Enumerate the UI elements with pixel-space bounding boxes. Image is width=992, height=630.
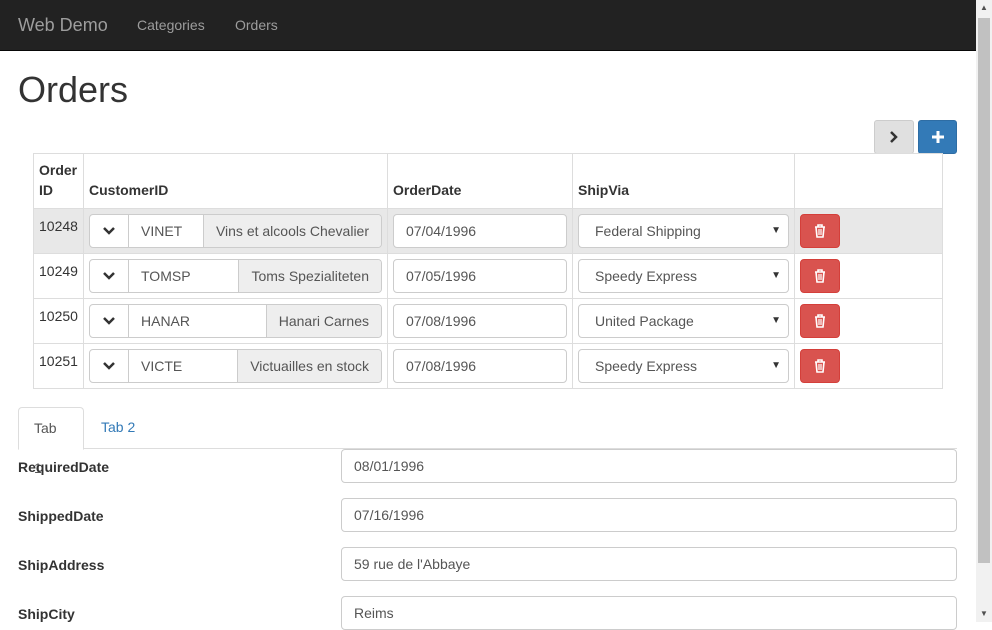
order-date-cell: 07/04/1996 [387,208,573,254]
nav-link-orders[interactable]: Orders [235,17,278,33]
required-date-label: RequiredDate [18,459,110,475]
tab-bar: Tab 1 Tab 2 [18,407,957,476]
order-date-input[interactable]: 07/05/1996 [393,259,567,293]
delete-row-button[interactable] [800,349,840,383]
customer-id-cell: TOMSP Toms Spezialiteten [83,253,388,299]
table-row[interactable]: 10248 VINET Vins et alcools Chevalier 07/04… [33,208,943,254]
tab-2[interactable]: Tab 2 [86,407,150,449]
customer-code[interactable]: VICTE [129,350,237,382]
delete-row-button[interactable] [800,214,840,248]
customer-combobox[interactable]: VICTE Victuailles en stock [89,349,382,383]
customer-name: Toms Spezialiteten [238,260,381,292]
ship-city-label: ShipCity [18,606,75,622]
shipped-date-label: ShippedDate [18,508,104,524]
customer-combobox[interactable]: VINET Vins et alcools Chevalier [89,214,382,248]
actions-cell [794,253,943,299]
ship-via-select[interactable]: United Package ▼ [578,304,789,338]
delete-row-button[interactable] [800,259,840,293]
trash-icon [815,224,825,238]
column-header-actions [794,153,943,209]
customer-code[interactable]: VINET [129,215,203,247]
scrollbar-thumb[interactable] [978,18,990,563]
customer-dropdown-button[interactable] [90,350,129,382]
customer-dropdown-button[interactable] [90,305,129,337]
ship-via-select[interactable]: Speedy Express ▼ [578,349,789,383]
actions-cell [794,298,943,344]
order-date-cell: 07/08/1996 [387,343,573,389]
order-id-cell: 10248 [33,208,84,254]
shipped-date-input[interactable]: 07/16/1996 [341,498,957,532]
add-order-button[interactable] [918,120,957,154]
orders-table: Order ID CustomerID OrderDate ShipVia 10… [33,153,943,389]
select-caret-icon: ▼ [771,315,781,326]
order-id-cell: 10249 [33,253,84,299]
ship-via-value: Speedy Express [595,358,697,374]
trash-icon [815,314,825,328]
ship-via-select[interactable]: Speedy Express ▼ [578,259,789,293]
customer-dropdown-button[interactable] [90,260,129,292]
column-header-customer-id[interactable]: CustomerID [83,153,388,209]
ship-city-input[interactable]: Reims [341,596,957,630]
table-row[interactable]: 10250 HANAR Hanari Carnes 07/08/1996 United … [33,298,943,344]
vertical-scrollbar[interactable]: ▲ ▼ [976,0,992,622]
scroll-down-icon[interactable]: ▼ [976,606,992,622]
next-page-button[interactable] [874,120,914,154]
actions-cell [794,343,943,389]
required-date-input[interactable]: 08/01/1996 [341,449,957,483]
chevron-down-icon [103,317,115,325]
order-date-input[interactable]: 07/04/1996 [393,214,567,248]
scroll-up-icon[interactable]: ▲ [976,0,992,16]
navbar: Web Demo Categories Orders [0,0,976,51]
trash-icon [815,269,825,283]
customer-name: Victuailles en stock [237,350,381,382]
customer-code[interactable]: HANAR [129,305,266,337]
ship-address-label: ShipAddress [18,557,105,573]
ship-address-input[interactable]: 59 rue de l'Abbaye [341,547,957,581]
customer-id-cell: VINET Vins et alcools Chevalier [83,208,388,254]
ship-via-cell: United Package ▼ [572,298,795,344]
order-date-input[interactable]: 07/08/1996 [393,304,567,338]
chevron-down-icon [103,362,115,370]
customer-combobox[interactable]: TOMSP Toms Spezialiteten [89,259,382,293]
ship-via-value: United Package [595,313,694,329]
order-date-cell: 07/05/1996 [387,253,573,299]
customer-code[interactable]: TOMSP [129,260,238,292]
actions-cell [794,208,943,254]
ship-via-value: Speedy Express [595,268,697,284]
table-row[interactable]: 10249 TOMSP Toms Spezialiteten 07/05/1996 Sp… [33,253,943,299]
delete-row-button[interactable] [800,304,840,338]
ship-via-cell: Speedy Express ▼ [572,343,795,389]
customer-combobox[interactable]: HANAR Hanari Carnes [89,304,382,338]
customer-dropdown-button[interactable] [90,215,129,247]
column-header-order-id[interactable]: Order ID [33,153,84,209]
nav-link-categories[interactable]: Categories [137,17,205,33]
ship-via-cell: Federal Shipping ▼ [572,208,795,254]
order-date-input[interactable]: 07/08/1996 [393,349,567,383]
navbar-brand[interactable]: Web Demo [18,15,108,36]
customer-id-cell: HANAR Hanari Carnes [83,298,388,344]
ship-via-value: Federal Shipping [595,223,701,239]
column-header-order-date[interactable]: OrderDate [387,153,573,209]
order-date-cell: 07/08/1996 [387,298,573,344]
table-header-row: Order ID CustomerID OrderDate ShipVia [33,153,943,209]
tab-1[interactable]: Tab 1 [18,407,84,476]
select-caret-icon: ▼ [771,270,781,281]
column-header-ship-via[interactable]: ShipVia [572,153,795,209]
ship-via-cell: Speedy Express ▼ [572,253,795,299]
plus-icon [931,131,944,143]
ship-via-select[interactable]: Federal Shipping ▼ [578,214,789,248]
customer-name: Hanari Carnes [265,305,381,337]
select-caret-icon: ▼ [771,360,781,371]
chevron-down-icon [103,227,115,235]
trash-icon [815,359,825,373]
order-id-cell: 10251 [33,343,84,389]
select-caret-icon: ▼ [771,225,781,236]
chevron-right-icon [890,131,898,143]
order-id-cell: 10250 [33,298,84,344]
customer-id-cell: VICTE Victuailles en stock [83,343,388,389]
chevron-down-icon [103,272,115,280]
customer-name: Vins et alcools Chevalier [202,215,381,247]
page-title: Orders [18,69,129,110]
table-row[interactable]: 10251 VICTE Victuailles en stock 07/08/1996… [33,343,943,389]
